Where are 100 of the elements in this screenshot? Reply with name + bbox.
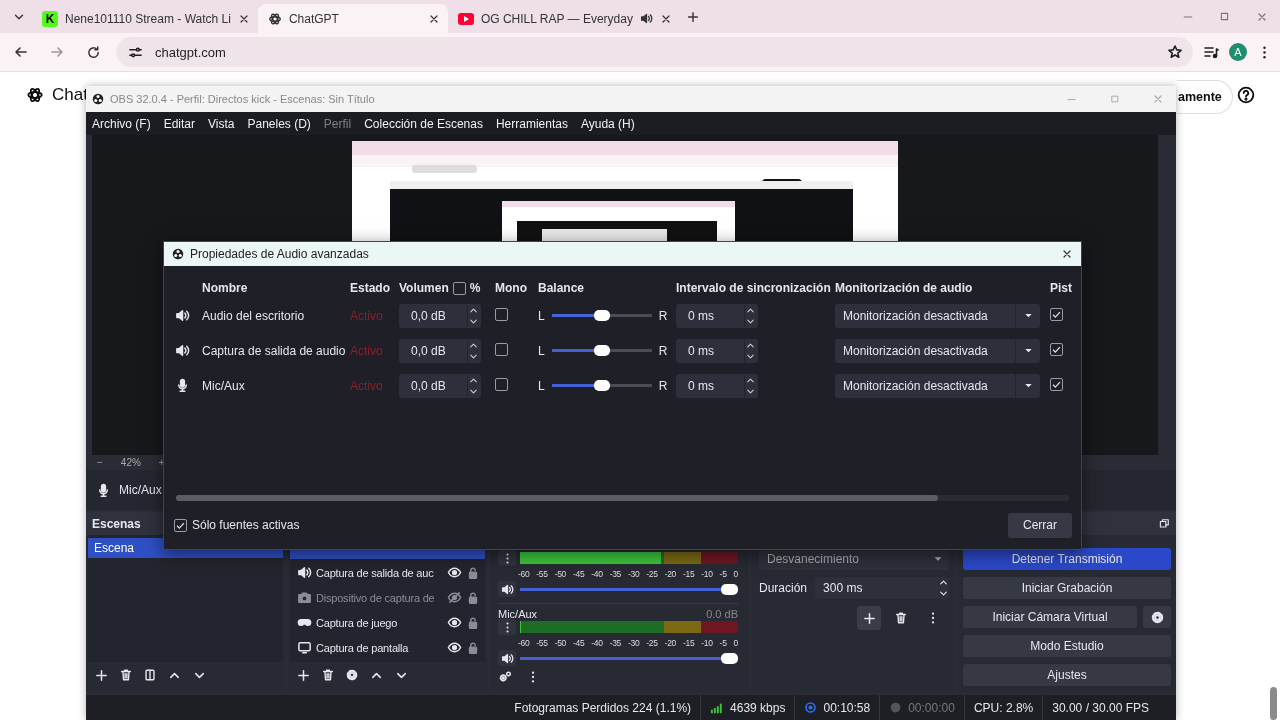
control-button[interactable]: Iniciar Grabación	[963, 577, 1171, 599]
speaker-icon	[500, 582, 514, 596]
column-header: Nombre	[202, 281, 249, 295]
control-button[interactable]: Iniciar Cámara Virtual	[963, 606, 1137, 628]
scale-label: -45	[573, 637, 585, 648]
plus-icon	[861, 610, 877, 626]
browser-tab[interactable]: OG CHILL RAP — Everyday	[447, 4, 680, 33]
address-bar[interactable]: chatgpt.com	[116, 37, 1193, 67]
volume-field[interactable]: 0,0 dB	[399, 303, 481, 328]
scrollbar[interactable]	[1270, 687, 1277, 720]
mute-button[interactable]	[498, 650, 516, 666]
media-control-icon[interactable]	[1203, 44, 1219, 60]
mono-checkbox[interactable]	[495, 307, 508, 321]
avatar[interactable]: A	[1229, 43, 1247, 61]
speaker-icon[interactable]	[639, 12, 653, 25]
menu-item[interactable]: Paneles (D)	[247, 116, 311, 131]
header-button[interactable]: amente	[1177, 80, 1233, 114]
menu-item[interactable]: Colección de Escenas	[364, 116, 483, 131]
checkbox[interactable]	[174, 518, 187, 532]
sync-offset-field[interactable]: 0 ms	[676, 338, 758, 363]
scrollbar[interactable]	[176, 495, 1069, 501]
mono-checkbox[interactable]	[495, 377, 508, 391]
filter-button[interactable]	[143, 668, 157, 682]
help-icon[interactable]	[1237, 86, 1255, 104]
source-item[interactable]: Captura de pantalla	[290, 635, 485, 660]
control-button[interactable]: Ajustes	[963, 664, 1171, 686]
slider-thumb[interactable]	[593, 345, 610, 356]
slider-thumb[interactable]	[593, 310, 610, 321]
menu-item[interactable]: Herramientas	[495, 116, 568, 131]
knot-icon[interactable]	[26, 86, 44, 104]
settings-button[interactable]	[1143, 606, 1171, 628]
lock-icon[interactable]	[466, 590, 480, 605]
lock-icon[interactable]	[466, 615, 480, 630]
add-button[interactable]	[857, 606, 881, 630]
add-button[interactable]	[296, 667, 311, 683]
monitoring-dropdown[interactable]: Monitorización desactivada	[835, 373, 1040, 398]
track-checkbox[interactable]	[1050, 378, 1063, 391]
play-logo-icon	[457, 12, 474, 25]
source-item[interactable]: Captura de juego	[290, 610, 485, 635]
hidden-eye-icon[interactable]	[447, 590, 462, 605]
eye-icon[interactable]	[447, 640, 462, 655]
eye-icon[interactable]	[447, 565, 462, 580]
column-header: Intervalo de sincronización	[676, 281, 832, 295]
star-icon[interactable]	[1167, 44, 1183, 60]
percent-checkbox[interactable]	[452, 281, 466, 295]
trash-icon	[321, 668, 335, 682]
scale-label: -30	[627, 568, 640, 579]
control-button[interactable]: Modo Estudio	[963, 635, 1171, 657]
browser-tab[interactable]: ChatGPT	[257, 4, 448, 33]
close-button[interactable]	[1061, 248, 1073, 260]
eye-icon[interactable]	[447, 615, 462, 630]
field-label: Duración	[759, 581, 808, 595]
menu-item[interactable]: Ayuda (H)	[580, 116, 635, 131]
track-checkbox[interactable]	[1050, 308, 1063, 321]
site-logo: K	[42, 10, 58, 27]
track-checkbox[interactable]	[1050, 343, 1063, 356]
browser-tab[interactable]: K Nene101110 Stream - Watch Li	[32, 4, 258, 33]
close-dialog-button[interactable]: Cerrar	[1008, 512, 1072, 538]
advanced-audio-button[interactable]	[498, 670, 512, 684]
popout-icon[interactable]	[1159, 518, 1170, 529]
remove-button[interactable]	[321, 668, 335, 682]
frame-rate: 30.00 / 30.00 FPS	[1042, 695, 1158, 720]
chevron-down-icon[interactable]	[938, 588, 949, 599]
scale-label: -25	[646, 637, 658, 648]
slider-thumb[interactable]	[593, 380, 610, 391]
logo-icon	[172, 248, 184, 260]
slider-thumb[interactable]	[721, 652, 738, 664]
scale-label: -50	[554, 568, 567, 579]
volume-field[interactable]: 0,0 dB	[399, 338, 481, 363]
brand-name: Chat	[52, 85, 88, 105]
menu-item[interactable]: Editar	[163, 116, 196, 131]
source-name: Mic/Aux	[119, 483, 162, 497]
monitoring-dropdown[interactable]: Monitorización desactivada	[835, 303, 1040, 328]
forward-arrow-icon	[49, 44, 65, 60]
mute-button[interactable]	[498, 581, 516, 597]
lock-icon[interactable]	[466, 565, 480, 580]
column-header: Estado	[350, 281, 391, 295]
menu-item[interactable]: Vista	[208, 116, 235, 131]
scale-label: -15	[682, 568, 695, 579]
remove-button[interactable]	[119, 668, 133, 682]
menu-item[interactable]: Archivo (F)	[92, 116, 151, 131]
mono-checkbox[interactable]	[495, 342, 508, 356]
sync-offset-field[interactable]: 0 ms	[676, 303, 758, 328]
add-button[interactable]	[94, 667, 109, 683]
sync-offset-field[interactable]: 0 ms	[676, 373, 758, 398]
speaker-icon	[500, 651, 514, 665]
checkbox-label: Sólo fuentes activas	[192, 518, 300, 532]
control-button[interactable]: Detener Transmisión	[963, 548, 1171, 570]
monitoring-dropdown[interactable]: Monitorización desactivada	[835, 338, 1040, 363]
scale-label: -55	[536, 637, 548, 648]
lock-icon[interactable]	[466, 640, 480, 655]
transition-dropdown[interactable]: Desvanecimiento	[759, 548, 949, 570]
logo-icon	[92, 93, 104, 105]
duration-field[interactable]: 300 ms	[815, 577, 949, 599]
source-item[interactable]: Captura de salida de auc	[290, 560, 485, 585]
volume-field[interactable]: 0,0 dB	[399, 373, 481, 398]
scale-label: -60	[518, 568, 530, 579]
source-item[interactable]: Dispositivo de captura de	[290, 585, 485, 610]
slider-thumb[interactable]	[721, 583, 738, 595]
zoom-out-button[interactable]: −	[97, 457, 103, 468]
